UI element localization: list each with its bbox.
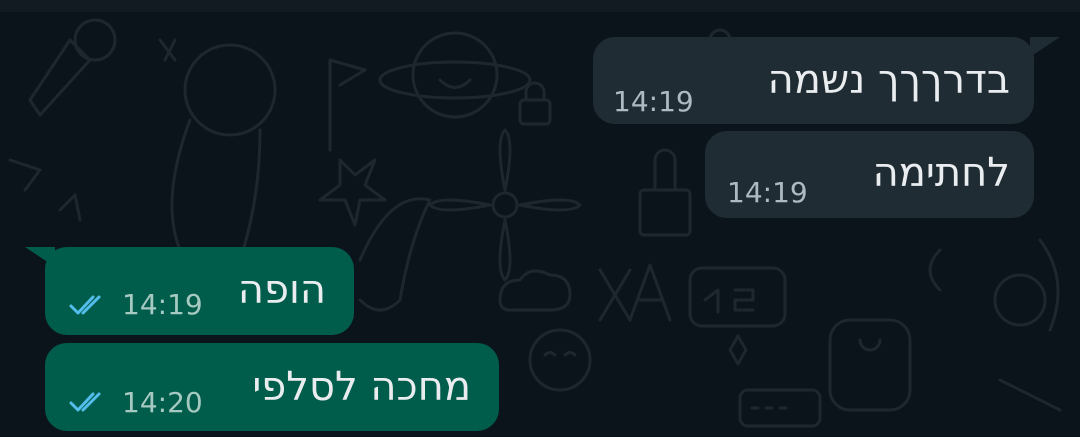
- message-timestamp: 14:19: [122, 288, 203, 321]
- message-text: לחתימה: [872, 150, 1010, 196]
- incoming-message[interactable]: 14:19 לחתימה: [705, 131, 1034, 218]
- bubble-tail-incoming: [1030, 37, 1060, 57]
- message-text: מחכה לסלפי: [252, 364, 471, 410]
- message-timestamp: 14:19: [727, 176, 808, 209]
- message-timestamp: 14:19: [613, 85, 694, 118]
- message-text: הופה: [237, 267, 326, 313]
- outgoing-message[interactable]: 14:20 מחכה לסלפי: [45, 343, 499, 431]
- double-check-read-icon: [69, 392, 101, 412]
- outgoing-message[interactable]: 14:19 הופה: [45, 247, 354, 335]
- message-timestamp: 14:20: [122, 386, 203, 419]
- message-text: בדרךךך נשמה: [767, 57, 1010, 103]
- double-check-read-icon: [69, 295, 101, 315]
- incoming-message[interactable]: 14:19 בדרךךך נשמה: [593, 37, 1034, 124]
